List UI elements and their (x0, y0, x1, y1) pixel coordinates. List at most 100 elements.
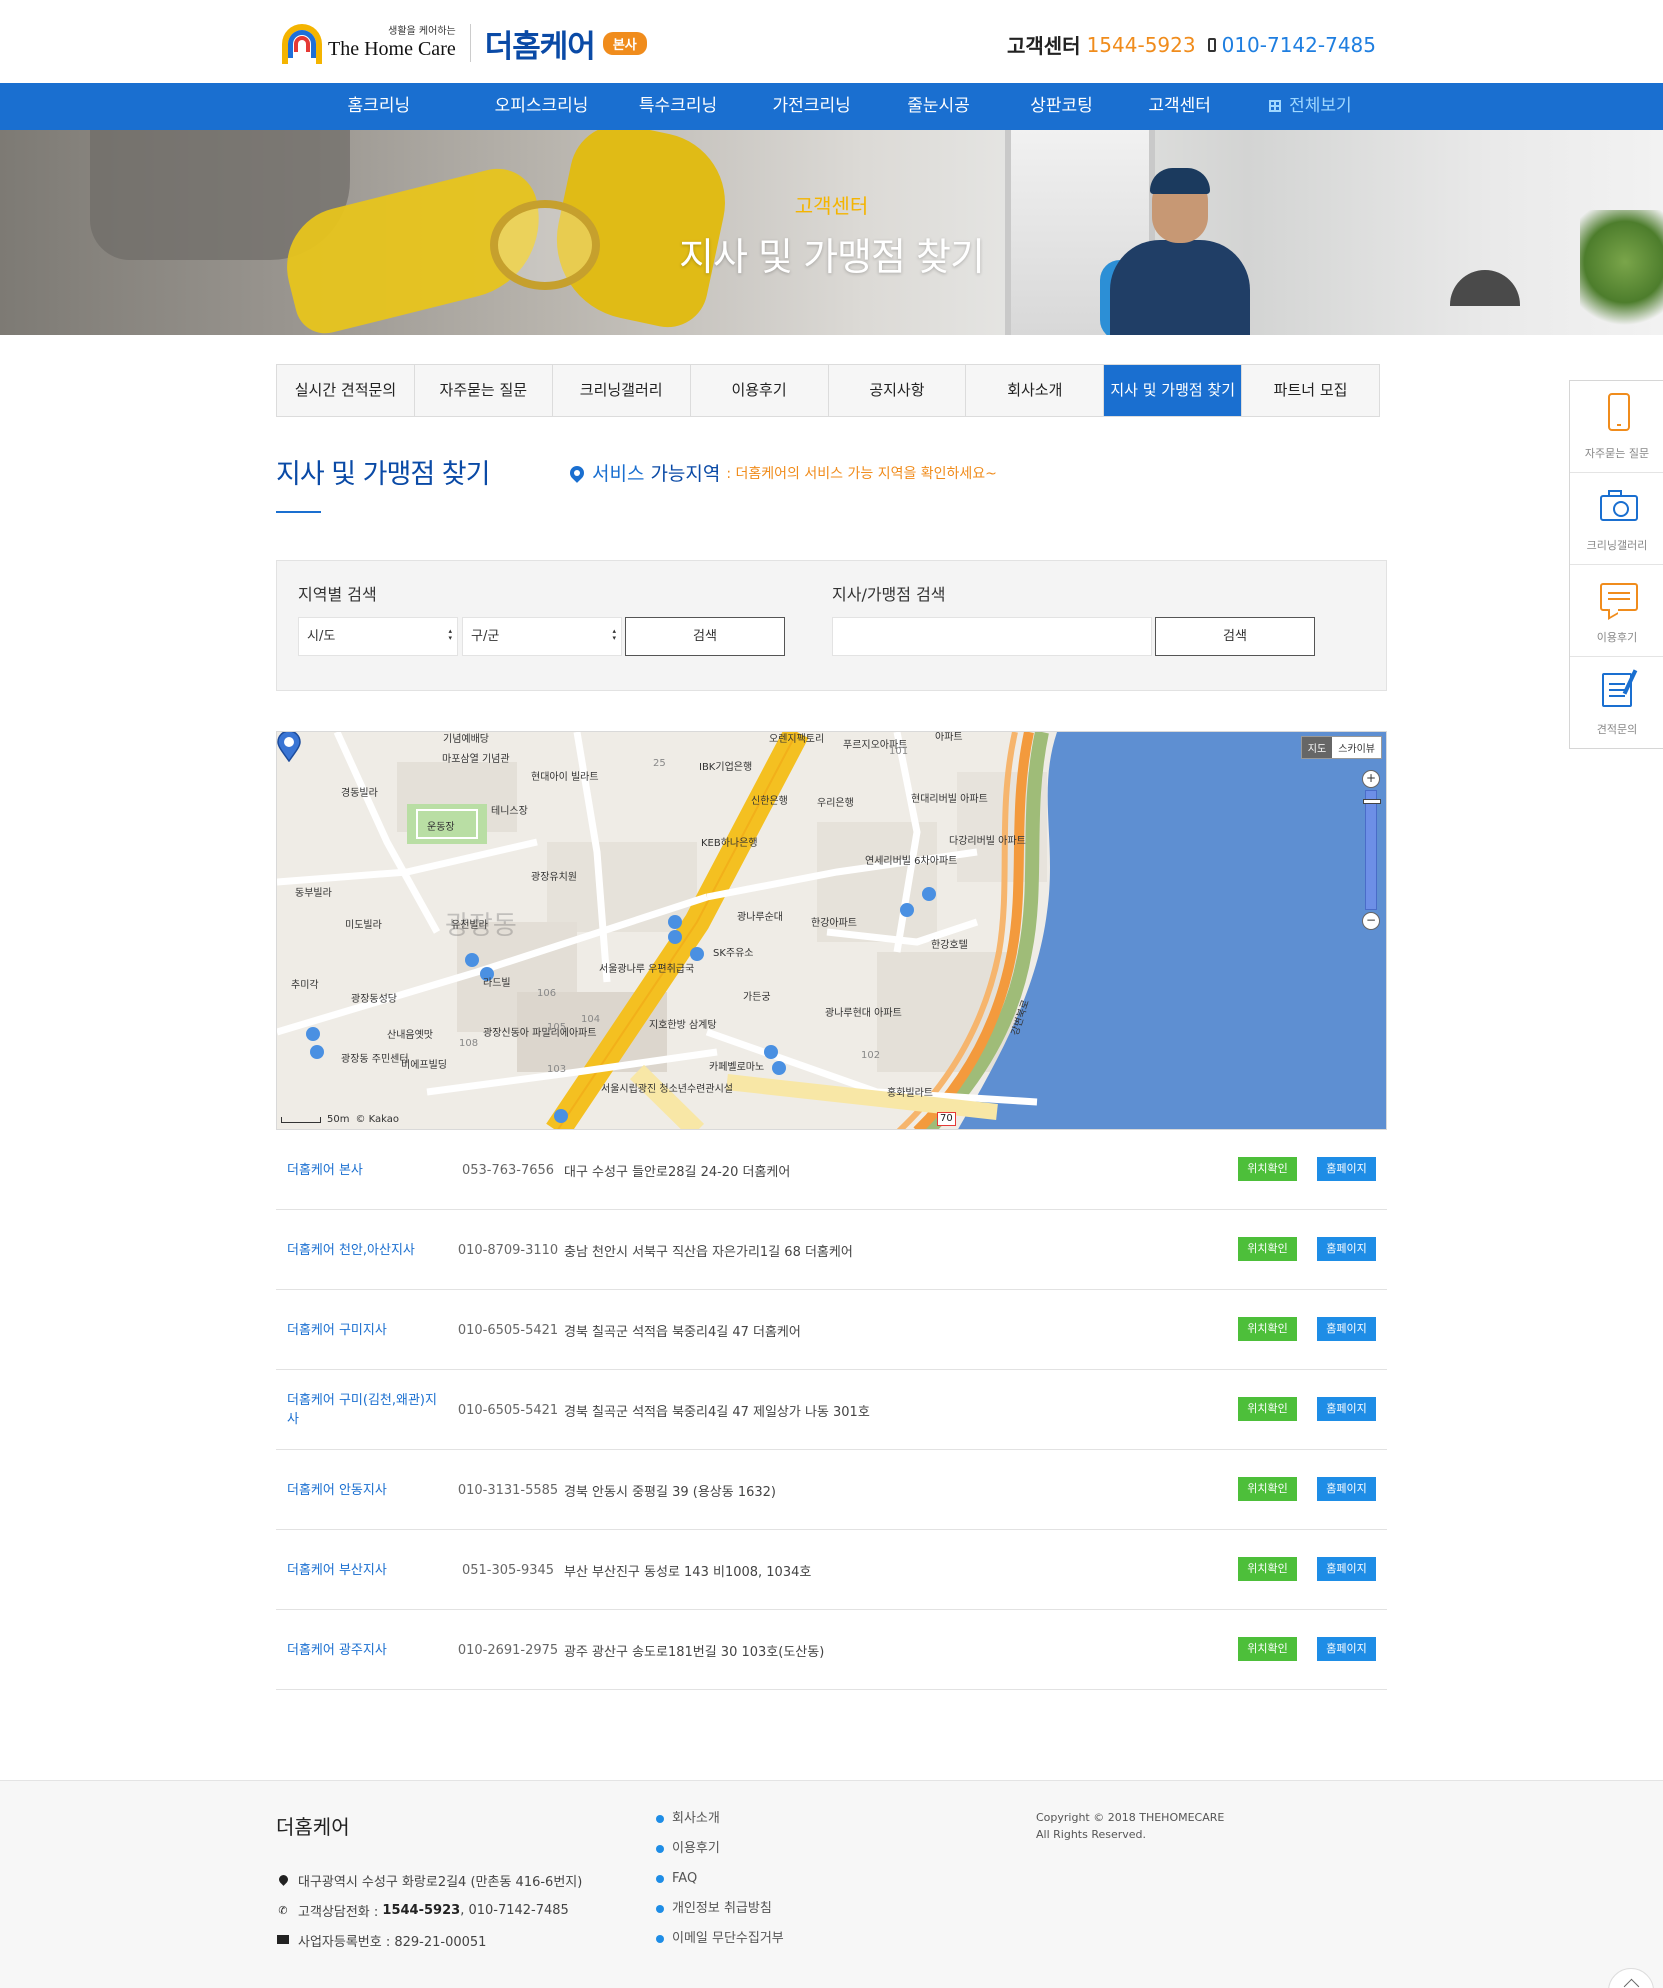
sub-tabs: 실시간 견적문의 자주묻는 질문 크리닝갤러리 이용후기 공지사항 회사소개 지… (276, 364, 1380, 417)
zoom-slider[interactable] (1363, 790, 1381, 910)
branch-name[interactable]: 더홈케어 천안,아산지사 (287, 1210, 437, 1290)
footer-link-email-policy[interactable]: 이메일 무단수집거부 (656, 1929, 784, 1959)
branch-search-button[interactable]: 검색 (1155, 617, 1315, 656)
tab-about[interactable]: 회사소개 (966, 365, 1105, 416)
map-toggle-skyview[interactable]: 스카이뷰 (1332, 737, 1381, 758)
tab-gallery[interactable]: 크리닝갤러리 (553, 365, 691, 416)
nav-item-home-cleaning[interactable]: 홈크리닝 (282, 83, 476, 130)
cs-mobile[interactable]: 010-7142-7485 (1222, 33, 1376, 57)
branch-address: 경북 칠곡군 석적읍 북중리4길 47 제일상가 나동 301호 (564, 1404, 870, 1420)
footer-address-text: 대구광역시 수성구 화랑로2길4 (만촌동 416-6번지) (298, 1875, 583, 1890)
map-label: IBK기업은행 (699, 762, 753, 773)
tab-reviews[interactable]: 이용후기 (691, 365, 829, 416)
footer-brand: 더홈케어 (276, 1815, 350, 1839)
cs-number[interactable]: 1544-5923 (1087, 33, 1196, 57)
branch-name[interactable]: 더홈케어 광주지사 (287, 1610, 437, 1690)
map-label: 한강호텔 (931, 940, 968, 951)
camera-icon (1600, 485, 1638, 525)
homepage-button[interactable]: 홈페이지 (1317, 1317, 1376, 1341)
region-search-label: 지역별 검색 (298, 585, 377, 604)
nav-item-office-cleaning[interactable]: 오피스크리닝 (476, 83, 608, 130)
map[interactable]: 광장동 기념예배당 마포삼열 기념관 오렌지팩토리 푸르지오아파트 아파트 IB… (276, 731, 1387, 1130)
service-label-a: 서비스 (592, 463, 645, 485)
service-desc: : 더홈케어의 서비스 가능 지역을 확인하세요~ (726, 465, 997, 482)
map-label: 광장유치원 (531, 872, 577, 883)
locate-button[interactable]: 위치확인 (1238, 1157, 1297, 1181)
tab-realtime-quote[interactable]: 실시간 견적문의 (277, 365, 415, 416)
tab-partner[interactable]: 파트너 모집 (1242, 365, 1379, 416)
map-label: 70 (937, 1112, 956, 1126)
branch-name[interactable]: 더홈케어 부산지사 (287, 1530, 437, 1610)
map-marker-icon[interactable] (277, 732, 301, 762)
tab-branch-finder[interactable]: 지사 및 가맹점 찾기 (1104, 365, 1243, 416)
nav-item-appliance-cleaning[interactable]: 가전크리닝 (749, 83, 875, 130)
logo[interactable]: 생활을 케어하는 The Home Care 더홈케어 본사 (282, 20, 647, 66)
tab-faq[interactable]: 자주묻는 질문 (415, 365, 553, 416)
homepage-button[interactable]: 홈페이지 (1317, 1397, 1376, 1421)
branch-search-input[interactable] (832, 617, 1152, 656)
sido-select[interactable]: 시/도 (298, 617, 458, 656)
zoom-out-button[interactable]: − (1362, 912, 1380, 930)
map-attribution: 50m © Kakao (281, 1114, 399, 1125)
gugun-select[interactable]: 구/군 (462, 617, 622, 656)
region-search-button[interactable]: 검색 (625, 617, 785, 656)
quick-faq[interactable]: 자주묻는 질문 (1570, 381, 1663, 473)
map-toggle-map[interactable]: 지도 (1301, 737, 1333, 758)
map-label: 106 (537, 988, 557, 999)
nav-item-grout[interactable]: 줄눈시공 (875, 83, 1003, 130)
branch-name[interactable]: 더홈케어 안동지사 (287, 1450, 437, 1530)
branch-address: 광주 광산구 송도로181번길 30 103호(도산동) (564, 1644, 825, 1660)
nav-item-countertop-coating[interactable]: 상판코팅 (1002, 83, 1120, 130)
nav-item-customer-center[interactable]: 고객센터 (1121, 83, 1239, 130)
quick-gallery[interactable]: 크리닝갤러리 (1570, 473, 1663, 565)
map-label: 101 (889, 746, 909, 757)
locate-button[interactable]: 위치확인 (1238, 1477, 1297, 1501)
chat-bubble-icon (1600, 577, 1638, 617)
zoom-in-button[interactable]: + (1362, 770, 1380, 788)
map-label: 가든궁 (743, 992, 771, 1003)
branch-address: 경북 안동시 중평길 39 (용상동 1632) (564, 1484, 776, 1500)
nav-view-all[interactable]: 전체보기 (1239, 83, 1382, 130)
locate-button[interactable]: 위치확인 (1238, 1237, 1297, 1261)
homepage-button[interactable]: 홈페이지 (1317, 1157, 1376, 1181)
footer-link-privacy[interactable]: 개인정보 취급방침 (656, 1899, 784, 1929)
map-scale-bar (281, 1116, 321, 1123)
locate-button[interactable]: 위치확인 (1238, 1637, 1297, 1661)
branch-name[interactable]: 더홈케어 구미지사 (287, 1290, 437, 1370)
logo-english: The Home Care (328, 38, 456, 60)
tab-notice[interactable]: 공지사항 (829, 365, 967, 416)
locate-button[interactable]: 위치확인 (1238, 1397, 1297, 1421)
footer-link-faq[interactable]: FAQ (656, 1869, 784, 1899)
footer-link-about[interactable]: 회사소개 (656, 1809, 784, 1839)
branch-name[interactable]: 더홈케어 구미(김천,왜관)지사 (287, 1370, 437, 1450)
quick-menu: 자주묻는 질문 크리닝갤러리 이용후기 견적문의 (1569, 380, 1663, 749)
branch-name[interactable]: 더홈케어 본사 (287, 1130, 437, 1210)
main-nav: 홈크리닝 오피스크리닝 특수크리닝 가전크리닝 줄눈시공 상판코팅 고객센터 전… (0, 83, 1663, 130)
customer-center: 고객센터 1544-5923 010-7142-7485 (1007, 30, 1376, 59)
quick-quote[interactable]: 견적문의 (1570, 657, 1663, 749)
homepage-button[interactable]: 홈페이지 (1317, 1637, 1376, 1661)
homepage-button[interactable]: 홈페이지 (1317, 1477, 1376, 1501)
branch-address: 부산 부산진구 동성로 143 비1008, 1034호 (564, 1564, 812, 1580)
nav-item-special-cleaning[interactable]: 특수크리닝 (607, 83, 748, 130)
map-label: 경동빌라 (341, 788, 378, 799)
hero-banner: 고객센터 지사 및 가맹점 찾기 (0, 130, 1663, 335)
homepage-button[interactable]: 홈페이지 (1317, 1557, 1376, 1581)
footer-link-reviews[interactable]: 이용후기 (656, 1839, 784, 1869)
map-label: 연세리버빌 6차아파트 (865, 856, 958, 867)
branch-address: 대구 수성구 들안로28길 24-20 더홈케어 (564, 1164, 791, 1180)
map-label: 25 (653, 758, 666, 769)
quick-reviews[interactable]: 이용후기 (1570, 565, 1663, 657)
footer-phone: ✆ 고객상담전화 : 1544-5923, 010-7142-7485 (276, 1901, 568, 1920)
map-label: 104 (581, 1014, 601, 1025)
rights-line: All Rights Reserved. (1036, 1828, 1147, 1841)
page-title: 지사 및 가맹점 찾기 (276, 459, 490, 490)
zoom-slider-handle[interactable] (1363, 799, 1381, 804)
locate-button[interactable]: 위치확인 (1238, 1317, 1297, 1341)
locate-button[interactable]: 위치확인 (1238, 1557, 1297, 1581)
zoom-control: + − (1362, 770, 1381, 930)
map-label: 동부빌라 (295, 888, 332, 899)
grid-plus-icon (1269, 100, 1282, 112)
homepage-button[interactable]: 홈페이지 (1317, 1237, 1376, 1261)
branch-tel: 053-763-7656 (461, 1162, 555, 1178)
